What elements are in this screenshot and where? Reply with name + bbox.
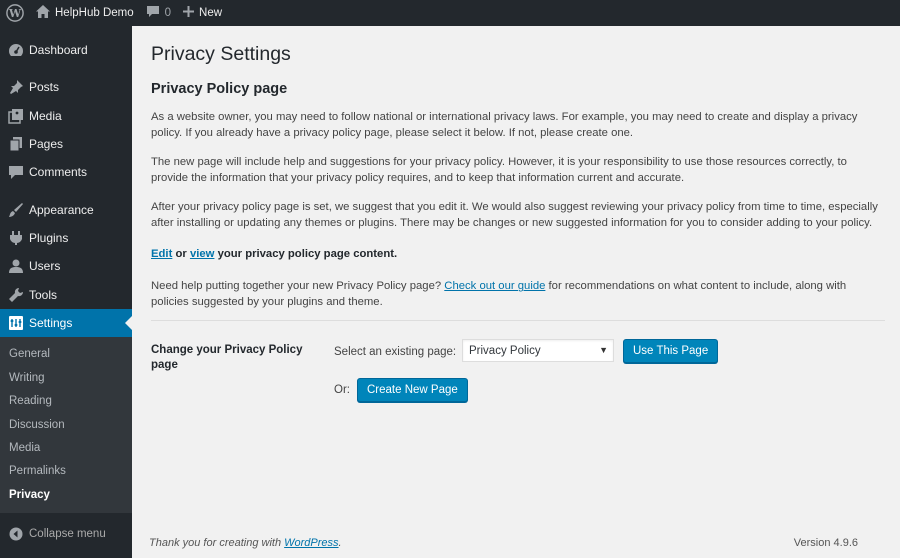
brush-icon (7, 201, 25, 219)
submenu-item-general[interactable]: General (0, 343, 132, 366)
page-select-value: Privacy Policy (469, 344, 541, 357)
page-select[interactable]: Privacy Policy ▼ (462, 339, 614, 363)
collapse-menu-button[interactable]: Collapse menu (0, 519, 132, 549)
submenu-item-privacy[interactable]: Privacy (0, 483, 132, 506)
plugin-icon (7, 229, 25, 247)
version-text: Version 4.9.6 (793, 537, 858, 549)
sidebar-item-label: Plugins (29, 230, 69, 245)
main-content: Privacy Settings Privacy Policy page As … (132, 26, 900, 558)
sidebar-item-pages[interactable]: Pages (0, 130, 132, 158)
sidebar-item-plugins[interactable]: Plugins (0, 224, 132, 252)
sidebar-item-posts[interactable]: Posts (0, 73, 132, 101)
sidebar-item-users[interactable]: Users (0, 252, 132, 280)
form-label: Change your Privacy Policy page (151, 344, 303, 372)
submenu-item-writing[interactable]: Writing (0, 366, 132, 389)
admin-bar: W HelpHub Demo 0 New (0, 0, 900, 26)
submenu-item-reading[interactable]: Reading (0, 389, 132, 412)
edit-suggestion-paragraph: After your privacy policy page is set, w… (151, 201, 878, 230)
sidebar-item-dashboard[interactable]: Dashboard (0, 36, 132, 64)
new-page-paragraph: The new page will include help and sugge… (151, 156, 847, 185)
sidebar-item-appearance[interactable]: Appearance (0, 195, 132, 223)
or-label: Or: (334, 384, 350, 397)
or-text: or (175, 248, 187, 261)
plus-icon (183, 6, 195, 20)
comment-icon (7, 163, 25, 181)
sidebar-item-label: Appearance (29, 202, 94, 217)
view-link[interactable]: view (190, 248, 215, 260)
new-label: New (199, 7, 223, 19)
guide-link[interactable]: Check out our guide (444, 280, 545, 292)
page-title: Privacy Settings (151, 43, 291, 65)
thanks-prefix: Thank you for creating with (149, 537, 282, 549)
media-icon (7, 107, 25, 125)
site-name-link[interactable]: HelpHub Demo (30, 0, 140, 26)
sidebar-item-comments[interactable]: Comments (0, 158, 132, 186)
section-title: Privacy Policy page (151, 81, 288, 98)
help-prefix: Need help putting together your new Priv… (151, 280, 442, 293)
dropdown-arrow-icon: ▼ (599, 345, 608, 356)
sidebar-item-label: Users (29, 259, 61, 274)
settings-submenu: General Writing Reading Discussion Media… (0, 336, 132, 514)
settings-icon (7, 314, 25, 332)
svg-text:W: W (8, 7, 22, 20)
footer: Thank you for creating with WordPress. V… (149, 537, 879, 549)
sidebar-item-label: Pages (29, 137, 64, 152)
collapse-icon (7, 527, 25, 541)
edit-suffix-text: your privacy policy page content. (217, 248, 398, 261)
select-label: Select an existing page: (334, 346, 457, 359)
admin-sidebar: Dashboard Posts Media Pages Comments App… (0, 26, 133, 558)
edit-link[interactable]: Edit (151, 248, 172, 260)
submenu-item-discussion[interactable]: Discussion (0, 413, 132, 436)
sidebar-item-label: Posts (29, 80, 60, 95)
pin-icon (7, 78, 25, 96)
submenu-item-permalinks[interactable]: Permalinks (0, 460, 132, 483)
divider (151, 320, 885, 322)
change-page-form: Change your Privacy Policy page Select a… (151, 339, 886, 429)
comments-count: 0 (164, 7, 172, 19)
sidebar-item-label: Tools (29, 287, 58, 302)
sidebar-item-label: Dashboard (29, 43, 88, 58)
sidebar-item-tools[interactable]: Tools (0, 280, 132, 308)
create-new-page-button[interactable]: Create New Page (357, 378, 468, 403)
wordpress-logo-icon[interactable]: W (0, 0, 30, 26)
help-paragraph: Need help putting together your new Priv… (151, 278, 881, 310)
wordpress-link[interactable]: WordPress (284, 537, 338, 549)
sidebar-item-label: Settings (29, 315, 73, 330)
pages-icon (7, 135, 25, 153)
new-content-link[interactable]: New (177, 0, 228, 26)
intro-paragraph: As a website owner, you may need to foll… (151, 111, 858, 140)
home-icon (36, 5, 50, 21)
sidebar-item-label: Comments (29, 165, 88, 180)
comment-icon (146, 5, 160, 21)
user-icon (7, 257, 25, 275)
footer-thanks: Thank you for creating with WordPress. (149, 537, 342, 549)
sidebar-item-label: Media (29, 108, 62, 123)
comments-link[interactable]: 0 (140, 0, 177, 26)
wrench-icon (7, 286, 25, 304)
use-this-page-button[interactable]: Use This Page (623, 339, 719, 364)
sidebar-item-media[interactable]: Media (0, 102, 132, 130)
edit-view-line: Edit or view your privacy policy page co… (151, 246, 881, 262)
thanks-suffix: . (338, 537, 342, 549)
dashboard-icon (7, 41, 25, 59)
collapse-label: Collapse menu (29, 528, 106, 541)
submenu-item-media[interactable]: Media (0, 436, 132, 459)
site-name: HelpHub Demo (55, 7, 134, 19)
sidebar-item-settings[interactable]: Settings (0, 308, 133, 337)
